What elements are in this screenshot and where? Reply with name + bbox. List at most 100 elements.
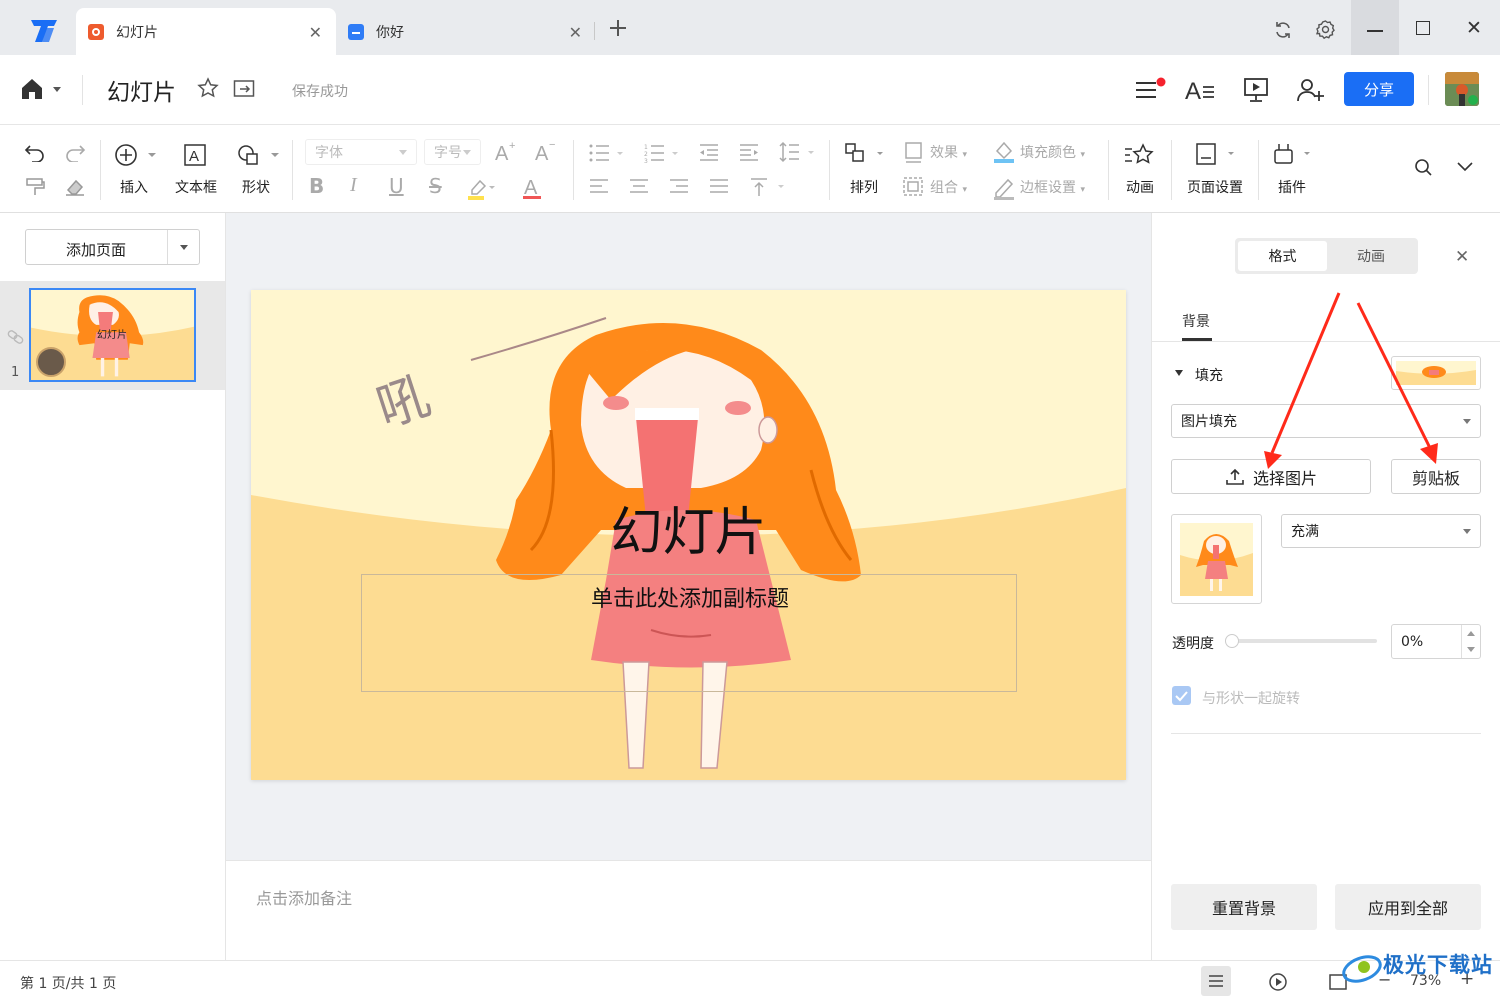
- tab-hello[interactable]: 你好 ✕: [336, 8, 594, 55]
- decrease-indent-icon[interactable]: [699, 143, 719, 163]
- border-settings-icon[interactable]: [993, 176, 1015, 200]
- avatar[interactable]: [1445, 72, 1479, 106]
- subtitle-placeholder-box[interactable]: 单击此处添加副标题: [361, 574, 1017, 692]
- notes-area[interactable]: 点击添加备注: [226, 860, 1151, 960]
- thumbnail-row-selected[interactable]: 1 幻灯片: [0, 281, 225, 390]
- tab-slides[interactable]: 幻灯片 ✕: [76, 8, 336, 55]
- align-right-icon[interactable]: [669, 178, 689, 196]
- stepper-up-icon[interactable]: [1467, 631, 1475, 636]
- shape-button[interactable]: 形状: [234, 177, 278, 197]
- justify-icon[interactable]: [709, 178, 729, 196]
- add-page-button[interactable]: 添加页面: [25, 229, 200, 265]
- effect-button[interactable]: 效果 ▾: [930, 142, 967, 162]
- fill-collapse-triangle-icon[interactable]: [1175, 370, 1183, 376]
- svg-text:3: 3: [644, 158, 648, 163]
- decrease-font-icon[interactable]: A −: [534, 140, 558, 162]
- fill-color-button[interactable]: 填充颜色 ▾: [1020, 142, 1085, 162]
- group-button[interactable]: 组合 ▾: [930, 177, 967, 197]
- share-button[interactable]: 分享: [1344, 72, 1414, 106]
- line-spacing-icon[interactable]: [779, 141, 819, 163]
- stepper-down-icon[interactable]: [1467, 647, 1475, 652]
- animation-button[interactable]: 动画: [1118, 177, 1162, 197]
- underline-icon[interactable]: U: [389, 174, 404, 198]
- slide-title[interactable]: 幻灯片: [251, 490, 1126, 565]
- play-icon[interactable]: [1268, 972, 1288, 992]
- doc-title[interactable]: 幻灯片: [107, 73, 176, 107]
- align-left-icon[interactable]: [589, 178, 609, 196]
- redo-icon[interactable]: [64, 142, 86, 162]
- new-tab-plus-icon[interactable]: [608, 18, 628, 38]
- eraser-icon[interactable]: [64, 177, 86, 197]
- star-icon[interactable]: [197, 77, 219, 99]
- apply-to-all-button[interactable]: 应用到全部: [1335, 884, 1481, 930]
- align-center-icon[interactable]: [629, 178, 649, 196]
- animation-icon[interactable]: [1124, 143, 1156, 167]
- minimize-button[interactable]: [1351, 0, 1399, 55]
- textbox-button[interactable]: 文本框: [170, 177, 222, 197]
- plugin-icon[interactable]: [1274, 143, 1316, 167]
- slide[interactable]: 吼 幻灯片 单击此处添加副标题: [251, 290, 1126, 780]
- search-icon[interactable]: [1414, 158, 1434, 178]
- presentation-doc-icon: [88, 23, 104, 40]
- notes-toggle-icon[interactable]: [1201, 966, 1231, 996]
- reset-background-button[interactable]: 重置背景: [1171, 884, 1317, 930]
- slider-handle[interactable]: [1225, 634, 1239, 648]
- shape-icon[interactable]: [237, 143, 281, 169]
- undo-icon[interactable]: [24, 142, 46, 162]
- settings-gear-icon[interactable]: [1315, 19, 1336, 40]
- close-panel-icon[interactable]: ✕: [1455, 247, 1469, 267]
- bullet-list-icon[interactable]: [589, 143, 625, 163]
- background-image-preview[interactable]: [1171, 514, 1262, 604]
- border-settings-button[interactable]: 边框设置 ▾: [1020, 177, 1085, 197]
- italic-icon[interactable]: I: [350, 174, 357, 197]
- font-color-icon[interactable]: A: [523, 174, 543, 200]
- fit-mode-select[interactable]: 充满: [1281, 514, 1481, 548]
- insert-icon[interactable]: [114, 143, 158, 169]
- vertical-align-icon[interactable]: [749, 177, 789, 197]
- transparency-input[interactable]: 0%: [1391, 624, 1481, 659]
- plugin-button[interactable]: 插件: [1270, 177, 1314, 197]
- text-style-icon[interactable]: A: [1185, 77, 1217, 103]
- sync-icon[interactable]: [1273, 20, 1293, 40]
- slide-thumbnail[interactable]: 幻灯片: [29, 288, 196, 382]
- textbox-icon[interactable]: A: [183, 143, 207, 167]
- home-icon[interactable]: [20, 77, 64, 101]
- present-icon[interactable]: [1243, 77, 1269, 103]
- maximize-button[interactable]: [1416, 21, 1430, 35]
- arrange-icon[interactable]: [845, 143, 889, 167]
- rotate-with-shape-checkbox[interactable]: [1172, 686, 1191, 705]
- fill-color-icon[interactable]: [993, 140, 1015, 164]
- tab-format[interactable]: 格式: [1238, 241, 1327, 271]
- page-setup-button[interactable]: 页面设置: [1180, 177, 1250, 197]
- app-logo-icon[interactable]: [28, 16, 60, 44]
- menu-icon[interactable]: [1134, 77, 1166, 103]
- insert-button[interactable]: 插入: [112, 177, 156, 197]
- save-status: 保存成功: [292, 84, 348, 100]
- transparency-slider[interactable]: [1225, 634, 1377, 648]
- tab-animation[interactable]: 动画: [1327, 241, 1415, 271]
- close-icon[interactable]: ✕: [569, 23, 582, 42]
- numbered-list-icon[interactable]: 123: [644, 143, 680, 163]
- add-collaborator-icon[interactable]: [1296, 77, 1326, 103]
- effect-icon[interactable]: [904, 141, 924, 163]
- close-window-button[interactable]: ✕: [1466, 17, 1482, 39]
- highlight-icon[interactable]: [466, 176, 496, 202]
- format-painter-icon[interactable]: [25, 177, 45, 197]
- font-family-select[interactable]: 字体: [305, 139, 417, 165]
- close-icon[interactable]: ✕: [309, 23, 322, 42]
- page-setup-icon[interactable]: [1196, 143, 1238, 167]
- font-size-select[interactable]: 字号: [424, 139, 481, 165]
- tab-bar: 幻灯片 ✕ 你好 ✕ ✕: [0, 0, 1500, 55]
- divider: [1171, 733, 1481, 734]
- bold-icon[interactable]: B: [309, 174, 324, 198]
- format-panel: 格式 动画 ✕ 背景 填充 图片填充 选择图片 剪贴板 充满 透明度 0% 与形…: [1151, 213, 1500, 960]
- increase-font-icon[interactable]: A +: [494, 140, 518, 162]
- increase-indent-icon[interactable]: [739, 143, 759, 163]
- arrange-button[interactable]: 排列: [842, 177, 886, 197]
- collapse-toolbar-chevron-icon[interactable]: [1456, 161, 1474, 173]
- group-icon[interactable]: [903, 177, 925, 197]
- chevron-down-icon[interactable]: [180, 245, 188, 250]
- background-section-tab[interactable]: 背景: [1182, 311, 1210, 331]
- move-to-folder-icon[interactable]: [233, 79, 255, 99]
- strikethrough-icon[interactable]: S: [429, 174, 442, 198]
